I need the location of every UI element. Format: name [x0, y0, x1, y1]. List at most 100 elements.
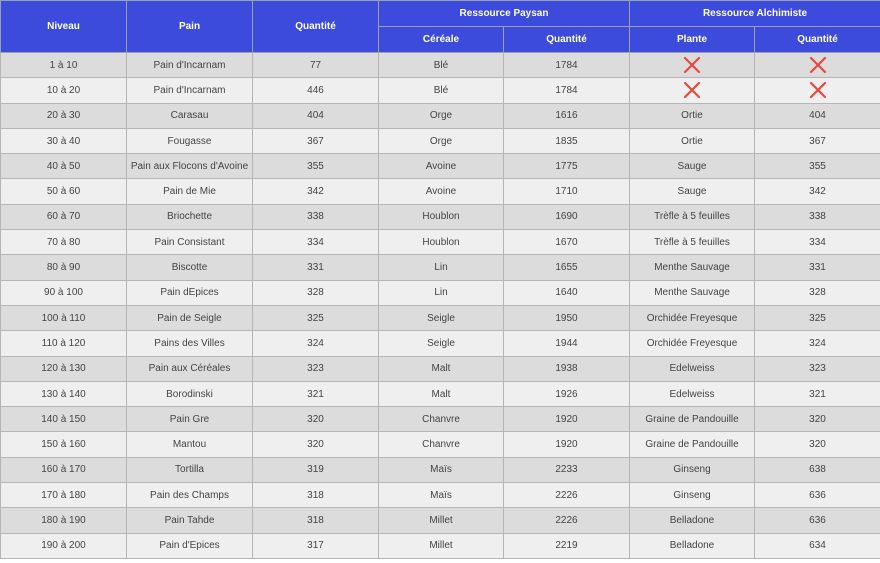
cell-quantite: 321: [252, 380, 379, 408]
cell-cereale: Chanvre: [378, 406, 504, 433]
cell-cereale: Millet: [378, 507, 504, 534]
cell-quantite-plante: 328: [754, 279, 880, 306]
cell-quantite-plante: 638: [754, 456, 880, 484]
cell-niveau: 190 à 200: [0, 532, 127, 559]
cell-plante: Trèfle à 5 feuilles: [629, 203, 756, 231]
cell-quantite: 320: [252, 431, 379, 458]
cell-cereale: Blé: [378, 51, 504, 79]
cell-pain: Pain aux Flocons d'Avoine: [126, 153, 253, 180]
cell-quantite-cereale: 2219: [502, 532, 631, 559]
cell-niveau: 50 à 60: [0, 178, 127, 205]
cell-pain: Pain aux Céréales: [126, 355, 253, 382]
table-row: 130 à 140 Borodinski 321 Malt 1926 Edelweiss 3…: [0, 380, 880, 408]
cell-cereale: Blé: [378, 77, 504, 104]
table-row: 90 à 100 Pain dEpices 328 Lin 1640 Menthe Sau…: [0, 279, 880, 306]
header-plante: Plante: [629, 26, 756, 53]
cell-quantite-cereale: 1655: [502, 254, 631, 281]
cell-cereale: Orge: [378, 127, 504, 155]
cell-pain: Pain Tahde: [126, 507, 253, 534]
cell-quantite: 318: [252, 507, 379, 534]
cell-quantite-cereale: 1670: [502, 229, 631, 256]
table-row: 150 à 160 Mantou 320 Chanvre 1920 Graine de P…: [0, 431, 880, 458]
cell-niveau: 90 à 100: [0, 279, 127, 306]
cell-plante: Ginseng: [629, 456, 756, 484]
cell-cereale: Avoine: [378, 153, 504, 180]
cell-niveau: 170 à 180: [0, 482, 127, 509]
cell-quantite-cereale: 1784: [502, 51, 631, 79]
cell-pain: Pain d'Epices: [126, 532, 253, 559]
cell-cereale: Millet: [378, 532, 504, 559]
table-row: 160 à 170 Tortilla 319 Maïs 2233 Ginseng 638: [0, 456, 880, 484]
cell-plante: Graine de Pandouille: [629, 406, 756, 433]
cell-plante: Menthe Sauvage: [629, 254, 756, 281]
cell-niveau: 10 à 20: [0, 77, 127, 104]
cell-quantite-plante: 331: [754, 254, 880, 281]
cell-pain: Pain Consistant: [126, 229, 253, 256]
cell-plante: Ginseng: [629, 482, 756, 509]
table-row: 80 à 90 Biscotte 331 Lin 1655 Menthe Sauvage 3…: [0, 254, 880, 281]
cell-quantite: 317: [252, 532, 379, 559]
cell-pain: Borodinski: [126, 380, 253, 408]
cell-plante: Orchidée Freyesque: [629, 330, 756, 357]
cell-quantite-plante: [754, 51, 880, 79]
cell-quantite-cereale: 1710: [502, 178, 631, 205]
cell-niveau: 110 à 120: [0, 330, 127, 357]
cell-niveau: 150 à 160: [0, 431, 127, 458]
cell-quantite-plante: 321: [754, 380, 880, 408]
cell-plante: [629, 51, 756, 79]
cell-niveau: 20 à 30: [0, 102, 127, 129]
cell-quantite-cereale: 1775: [502, 153, 631, 180]
cell-niveau: 70 à 80: [0, 229, 127, 256]
cell-cereale: Houblon: [378, 203, 504, 231]
cell-quantite: 331: [252, 254, 379, 281]
cell-cereale: Lin: [378, 254, 504, 281]
header-cereale: Céréale: [378, 26, 504, 53]
cell-cereale: Seigle: [378, 330, 504, 357]
cell-quantite-plante: [754, 77, 880, 104]
cell-plante: Belladone: [629, 532, 756, 559]
cell-quantite-plante: 325: [754, 304, 880, 332]
cell-quantite: 320: [252, 406, 379, 433]
cell-quantite: 367: [252, 127, 379, 155]
cell-quantite: 318: [252, 482, 379, 509]
cell-pain: Fougasse: [126, 127, 253, 155]
cell-pain: Pain de Seigle: [126, 304, 253, 332]
cell-pain: Pain de Mie: [126, 178, 253, 205]
cell-quantite-cereale: 2233: [502, 456, 631, 484]
header-quantite: Quantité: [252, 0, 379, 53]
cell-plante: Edelweiss: [629, 380, 756, 408]
cell-pain: Pain d'Incarnam: [126, 77, 253, 104]
cell-quantite: 324: [252, 330, 379, 357]
cell-quantite: 328: [252, 279, 379, 306]
cell-cereale: Maïs: [378, 456, 504, 484]
table-row: 1 à 10 Pain d'Incarnam 77 Blé 1784: [0, 51, 880, 79]
cell-pain: Pain Gre: [126, 406, 253, 433]
cell-plante: Graine de Pandouille: [629, 431, 756, 458]
cell-cereale: Maïs: [378, 482, 504, 509]
cell-niveau: 140 à 150: [0, 406, 127, 433]
cell-quantite-plante: 367: [754, 127, 880, 155]
cell-quantite-plante: 324: [754, 330, 880, 357]
table-row: 20 à 30 Carasau 404 Orge 1616 Ortie 404: [0, 102, 880, 129]
cell-quantite-cereale: 1784: [502, 77, 631, 104]
cell-plante: Ortie: [629, 127, 756, 155]
cell-pain: Briochette: [126, 203, 253, 231]
cell-quantite-cereale: 1920: [502, 406, 631, 433]
table-row: 40 à 50 Pain aux Flocons d'Avoine 355 Avoin…: [0, 153, 880, 180]
cell-quantite-cereale: 1690: [502, 203, 631, 231]
cell-cereale: Seigle: [378, 304, 504, 332]
cell-pain: Pains des Villes: [126, 330, 253, 357]
table-row: 70 à 80 Pain Consistant 334 Houblon 1670 Trèf…: [0, 229, 880, 256]
cross-icon: [809, 81, 827, 99]
cell-quantite-plante: 320: [754, 406, 880, 433]
cell-quantite: 334: [252, 229, 379, 256]
table-row: 50 à 60 Pain de Mie 342 Avoine 1710 Sauge 342: [0, 178, 880, 205]
bread-resource-table: Niveau Pain Quantité Ressource Paysan Re…: [0, 0, 880, 559]
cell-niveau: 80 à 90: [0, 254, 127, 281]
cell-niveau: 120 à 130: [0, 355, 127, 382]
cell-plante: Sauge: [629, 178, 756, 205]
header-ressource-alchimiste: Ressource Alchimiste: [629, 0, 880, 27]
cell-pain: Carasau: [126, 102, 253, 129]
cell-plante: Menthe Sauvage: [629, 279, 756, 306]
header-pain: Pain: [126, 0, 253, 53]
